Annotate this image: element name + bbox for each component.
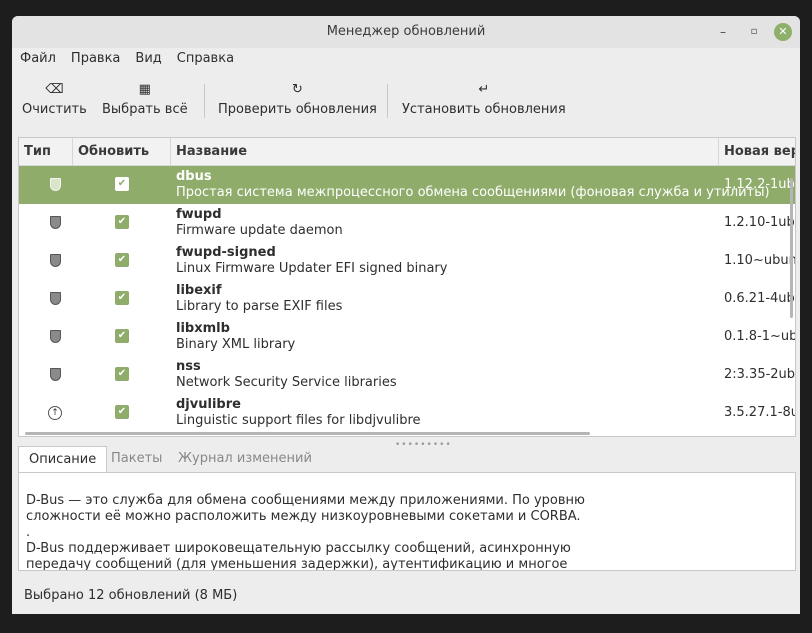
table-row[interactable]: ↑ ✔ djvulibre Linguistic support files for …: [19, 394, 795, 432]
close-icon[interactable]: ✕: [774, 23, 792, 41]
select-all-label: Выбрать всё: [102, 102, 188, 117]
package-name: fwupd-signed: [176, 245, 276, 260]
package-description: Firmware update daemon: [176, 223, 343, 238]
shield-icon: [48, 367, 62, 383]
description-line: передачу сообщений (для уменьшения задер…: [26, 557, 568, 571]
description-line: D-Bus — это служба для обмена сообщениям…: [26, 493, 585, 508]
package-description: Простая система межпроцессного обмена со…: [176, 185, 770, 200]
package-description: Linguistic support files for libdjvulibr…: [176, 413, 421, 428]
menu-edit[interactable]: Правка: [67, 48, 127, 66]
clear-label: Очистить: [22, 102, 87, 117]
window-title: Менеджер обновлений: [326, 24, 486, 39]
clear-icon: ⌫: [45, 82, 64, 97]
update-checkbox[interactable]: ✔: [115, 215, 129, 229]
table-row[interactable]: ✔ libexif Library to parse EXIF files 0.6.2…: [19, 280, 795, 318]
minimize-icon[interactable]: –: [714, 23, 732, 41]
package-description: Library to parse EXIF files: [176, 299, 343, 314]
update-manager-window: Менеджер обновлений – ▫ ✕ Файл Правка Вид С…: [12, 16, 800, 614]
menu-view[interactable]: Вид: [131, 48, 168, 66]
update-checkbox[interactable]: ✔: [115, 367, 129, 381]
package-version: 0.6.21-4ubu: [724, 291, 796, 306]
package-version: 2:3.35-2ubu: [724, 367, 796, 382]
update-checkbox[interactable]: ✔: [115, 253, 129, 267]
refresh-button[interactable]: ↻ Проверить обновления: [218, 80, 377, 117]
package-version: 3.5.27.1-8ub: [724, 405, 795, 420]
update-checkbox[interactable]: ✔: [115, 177, 129, 191]
update-rows: ✔ dbus Простая система межпроцессного обме…: [19, 166, 795, 432]
shield-icon: [48, 177, 62, 193]
menu-file[interactable]: Файл: [16, 48, 63, 66]
column-header-version[interactable]: Новая верс: [719, 138, 795, 166]
menu-bar: Файл Правка Вид Справка: [12, 48, 800, 72]
menu-help[interactable]: Справка: [173, 48, 241, 66]
shield-icon: [48, 215, 62, 231]
package-name: libxmlb: [176, 321, 230, 336]
package-name: nss: [176, 359, 201, 374]
tab-changelog[interactable]: Журнал изменений: [168, 446, 322, 472]
install-updates-button[interactable]: ↵ Установить обновления: [402, 80, 566, 117]
column-header-update[interactable]: Обновить: [73, 138, 171, 166]
vertical-scrollbar[interactable]: [790, 178, 793, 318]
refresh-label: Проверить обновления: [218, 102, 377, 117]
status-bar-text: Выбрано 12 обновлений (8 МБ): [24, 588, 238, 603]
install-label: Установить обновления: [402, 102, 566, 117]
package-version: 1.2.10-1ubu: [724, 215, 796, 230]
package-name: djvulibre: [176, 397, 241, 412]
package-name: fwupd: [176, 207, 222, 222]
tab-description[interactable]: Описание: [18, 446, 108, 472]
update-checkbox[interactable]: ✔: [115, 405, 129, 419]
shield-icon: [48, 253, 62, 269]
toolbar: ⌫ Очистить ▦ Выбрать всё ↻ Проверить обн…: [12, 72, 800, 130]
horizontal-scrollbar[interactable]: [25, 432, 590, 435]
table-row[interactable]: ✔ libxmlbBinary XML library 0.1.8-1~ubu: [19, 318, 795, 356]
package-name: libexif: [176, 283, 222, 298]
refresh-icon: ↻: [291, 82, 303, 97]
select-all-button[interactable]: ▦ Выбрать всё: [102, 80, 188, 117]
updates-list: Тип Обновить Название Новая верс ✔ dbusПр…: [18, 137, 796, 437]
table-row[interactable]: ✔ dbus Простая система межпроцессного обме…: [19, 166, 795, 204]
description-line: .: [26, 525, 31, 540]
description-panel: D-Bus — это служба для обмена сообщениям…: [18, 472, 796, 571]
description-line: D-Bus поддерживает широковещательную рас…: [26, 541, 571, 556]
shield-icon: [48, 329, 62, 345]
table-row[interactable]: ✔ fwupd Firmware update daemon 1.2.10-1ubu: [19, 204, 795, 242]
update-checkbox[interactable]: ✔: [115, 291, 129, 305]
toolbar-separator: [387, 84, 388, 118]
package-description: Linux Firmware Updater EFI signed binary: [176, 261, 448, 276]
package-version: 1.12.2-1ubu: [724, 177, 796, 192]
details-tabs: Описание Пакеты Журнал изменений: [18, 446, 796, 472]
table-row[interactable]: ✔ fwupd-signed Linux Firmware Updater EFI …: [19, 242, 795, 280]
package-version: 0.1.8-1~ubu: [724, 329, 795, 344]
shield-icon: [48, 291, 62, 307]
package-name: dbus: [176, 169, 212, 184]
column-header-name[interactable]: Название: [171, 138, 719, 166]
list-header: Тип Обновить Название Новая верс: [19, 138, 795, 166]
description-line: сложности её можно расположить между низ…: [26, 509, 581, 524]
clear-button[interactable]: ⌫ Очистить: [22, 80, 87, 117]
install-icon: ↵: [478, 82, 490, 97]
maximize-icon[interactable]: ▫: [745, 23, 763, 41]
security-update-icon: ↑: [48, 405, 62, 421]
package-description: Binary XML library: [176, 337, 296, 352]
column-header-type[interactable]: Тип: [19, 138, 73, 166]
tab-packages[interactable]: Пакеты: [101, 446, 172, 472]
package-description: Network Security Service libraries: [176, 375, 397, 390]
toolbar-separator: [204, 84, 205, 118]
select-all-icon: ▦: [138, 82, 151, 97]
update-checkbox[interactable]: ✔: [115, 329, 129, 343]
title-bar: Менеджер обновлений – ▫ ✕: [12, 16, 800, 48]
package-version: 1.10~ubunt: [724, 253, 796, 268]
table-row[interactable]: ✔ nss Network Security Service libraries 2:…: [19, 356, 795, 394]
